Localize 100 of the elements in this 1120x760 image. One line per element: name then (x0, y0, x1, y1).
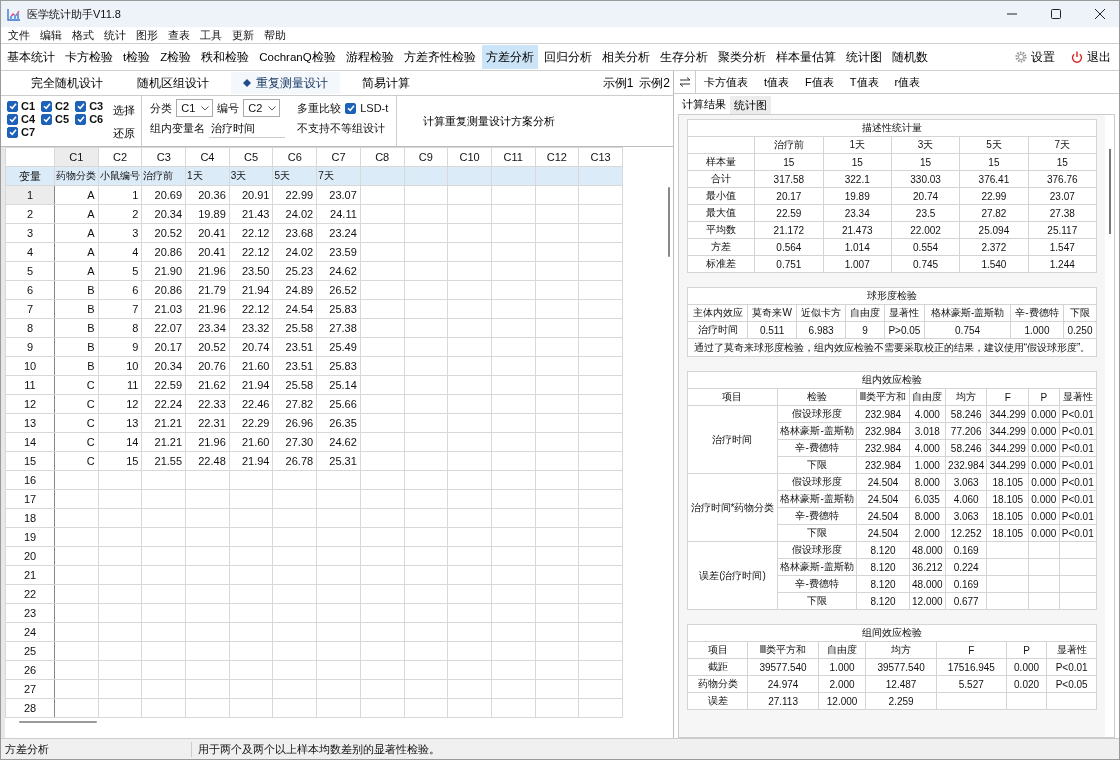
table-cell[interactable]: 20.69 (141, 185, 186, 205)
table-cell[interactable]: 20.52 (141, 223, 186, 243)
column-header[interactable]: C2 (98, 147, 142, 167)
table-cell[interactable]: 23.51 (272, 337, 317, 357)
table-cell[interactable]: 6 (98, 280, 142, 300)
table-cell[interactable]: C (54, 394, 99, 414)
table-cell[interactable]: 25.66 (316, 394, 361, 414)
table-cell[interactable]: 21.96 (185, 261, 230, 281)
table-cell[interactable]: A (54, 261, 99, 281)
checkbox[interactable] (7, 100, 18, 112)
table-cell[interactable]: 7 (98, 299, 142, 319)
table-cell[interactable]: B (54, 280, 99, 300)
table-cell[interactable]: 24.62 (316, 261, 361, 281)
table-cell[interactable]: 21.94 (229, 375, 273, 395)
table-cell[interactable]: 20.86 (141, 242, 186, 262)
table-cell[interactable]: 21.55 (141, 451, 186, 471)
checkbox[interactable] (41, 100, 53, 112)
table-cell[interactable]: 20.91 (229, 185, 273, 205)
design-tab[interactable]: 完全随机设计 (19, 72, 115, 94)
table-cell[interactable]: 25.58 (272, 375, 317, 395)
table-cell[interactable]: 14 (98, 432, 142, 452)
table-cell[interactable]: 13 (98, 413, 142, 433)
table-cell[interactable]: 21.21 (141, 432, 186, 452)
lookup-table-button[interactable]: F值表 (797, 74, 842, 90)
table-cell[interactable]: 20.41 (185, 223, 230, 243)
column-header[interactable]: C11 (491, 147, 536, 167)
table-cell[interactable]: 9 (98, 337, 142, 357)
menu-item[interactable]: 图形 (131, 27, 163, 43)
menu-item[interactable]: 查表 (163, 27, 195, 43)
lookup-table-button[interactable]: T值表 (841, 74, 887, 90)
table-cell[interactable]: 22.12 (229, 223, 273, 243)
result-tab[interactable]: 统计图 (730, 96, 771, 114)
table-cell[interactable]: A (54, 204, 99, 224)
table-cell[interactable]: 22.12 (229, 242, 273, 262)
table-cell[interactable]: 20.76 (185, 356, 230, 376)
table-cell[interactable]: 21.94 (229, 451, 273, 471)
table-cell[interactable]: 10 (98, 356, 142, 376)
column-header[interactable]: C4 (185, 147, 230, 167)
example-link[interactable]: 示例2 (636, 74, 673, 92)
table-cell[interactable]: 25.83 (316, 356, 361, 376)
checkbox[interactable] (7, 126, 18, 138)
dropdown[interactable]: C2 (243, 99, 281, 117)
table-cell[interactable]: 26.78 (272, 451, 317, 471)
module-tab[interactable]: 统计图 (841, 45, 886, 69)
module-tab[interactable]: 秩和检验 (197, 45, 254, 69)
menu-item[interactable]: 文件 (3, 27, 35, 43)
table-cell[interactable]: 24.11 (316, 204, 361, 224)
exit-button[interactable]: 退出 (1063, 49, 1119, 65)
table-cell[interactable]: 11 (98, 375, 142, 395)
table-cell[interactable]: 21.79 (185, 280, 230, 300)
table-cell[interactable]: C (54, 432, 99, 452)
table-cell[interactable]: 4 (98, 242, 142, 262)
table-cell[interactable]: 27.82 (272, 394, 317, 414)
table-cell[interactable]: 21.94 (229, 280, 273, 300)
menu-item[interactable]: 格式 (67, 27, 99, 43)
column-header[interactable]: C1 (54, 147, 99, 167)
table-cell[interactable]: 23.59 (316, 242, 361, 262)
table-cell[interactable]: 21.60 (229, 432, 273, 452)
table-cell[interactable]: 20.74 (229, 337, 273, 357)
column-header[interactable]: C3 (141, 147, 186, 167)
table-cell[interactable]: 25.49 (316, 337, 361, 357)
module-tab[interactable]: 方差分析 (481, 45, 538, 69)
table-cell[interactable]: 25.58 (272, 318, 317, 338)
module-tab[interactable]: t检验 (119, 45, 155, 69)
table-cell[interactable]: 22.33 (185, 394, 230, 414)
scrollbar-thumb[interactable] (1109, 149, 1111, 234)
table-cell[interactable]: 25.83 (316, 299, 361, 319)
table-cell[interactable]: B (54, 318, 99, 338)
table-cell[interactable]: B (54, 356, 99, 376)
table-cell[interactable]: 24.02 (272, 204, 317, 224)
table-cell[interactable]: 23.07 (316, 185, 361, 205)
checkbox[interactable] (75, 100, 87, 112)
column-header[interactable]: C7 (316, 147, 361, 167)
table-cell[interactable]: 8 (98, 318, 142, 338)
table-cell[interactable]: 20.52 (185, 337, 230, 357)
table-cell[interactable]: B (54, 337, 99, 357)
menu-item[interactable]: 工具 (195, 27, 227, 43)
scrollbar-thumb[interactable] (668, 187, 670, 257)
table-cell[interactable]: 3 (98, 223, 142, 243)
table-cell[interactable]: 22.07 (141, 318, 186, 338)
column-header[interactable]: C8 (360, 147, 404, 167)
column-header[interactable]: C5 (229, 147, 273, 167)
table-cell[interactable]: 26.35 (316, 413, 361, 433)
table-cell[interactable]: 27.30 (272, 432, 317, 452)
table-cell[interactable]: 20.34 (141, 356, 186, 376)
lookup-table-button[interactable]: r值表 (886, 74, 929, 90)
table-cell[interactable]: 21.43 (229, 204, 273, 224)
table-cell[interactable]: 2 (98, 204, 142, 224)
table-cell[interactable]: 12 (98, 394, 142, 414)
table-cell[interactable]: 22.46 (229, 394, 273, 414)
table-cell[interactable]: 22.31 (185, 413, 230, 433)
dropdown[interactable]: C1 (176, 99, 214, 117)
menu-item[interactable]: 统计 (99, 27, 131, 43)
checkbox[interactable] (41, 113, 53, 125)
table-cell[interactable]: 23.24 (316, 223, 361, 243)
table-cell[interactable]: 22.59 (141, 375, 186, 395)
module-tab[interactable]: 方差齐性检验 (399, 45, 480, 69)
module-tab[interactable]: 随机数 (887, 45, 932, 69)
table-cell[interactable]: 1 (98, 185, 142, 205)
table-cell[interactable]: 20.36 (185, 185, 230, 205)
